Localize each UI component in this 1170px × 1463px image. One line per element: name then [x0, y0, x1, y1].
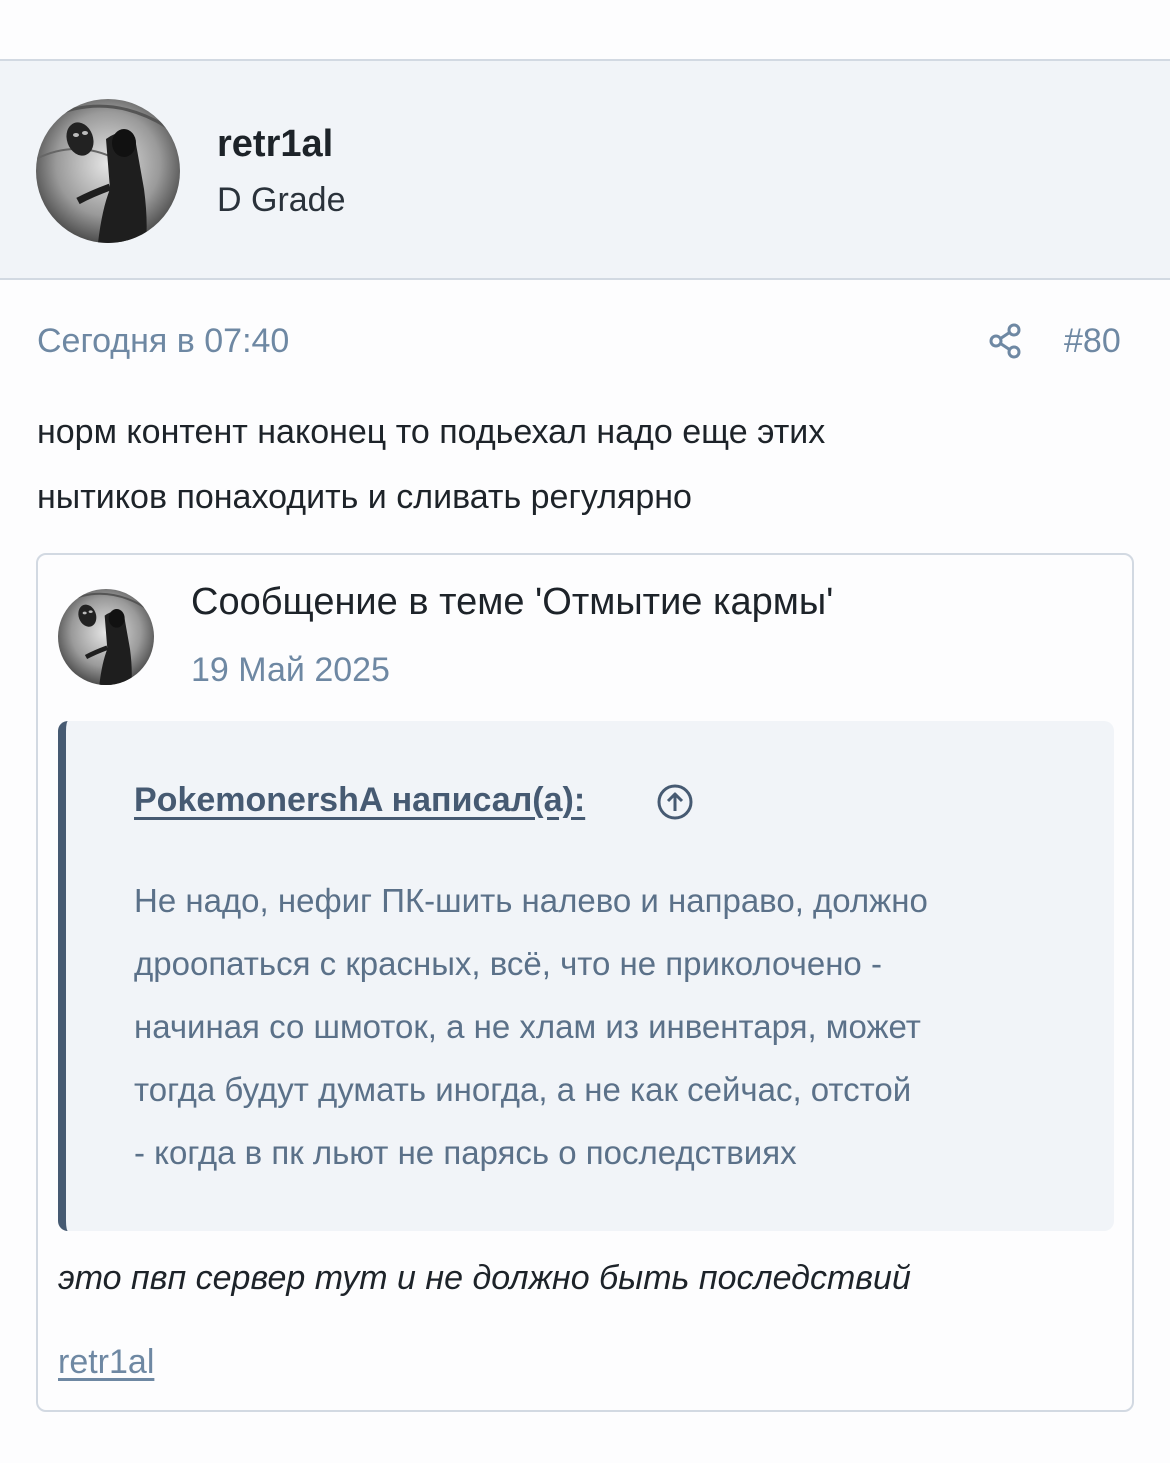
user-header: retr1al D Grade [0, 59, 1170, 280]
quote-line: начиная со шмоток, а не хлам из инвентар… [134, 1008, 921, 1045]
arrow-up-circle-icon[interactable] [656, 783, 694, 821]
post-text-line: нытиков понаходить и сливать регулярно [37, 478, 692, 516]
avatar-image [36, 99, 180, 243]
avatar-image [58, 589, 154, 685]
share-icon[interactable] [985, 320, 1027, 362]
quote-block: PokemonershA написал(а): Не надо, нефиг … [58, 721, 1114, 1231]
quote-line: - когда в пк льют не парясь о последстви… [134, 1134, 797, 1171]
post-body: норм контент наконец то подьехал надо ещ… [37, 400, 1127, 530]
post-text-line: норм контент наконец то подьехал надо ещ… [37, 413, 826, 451]
user-title: D Grade [217, 181, 346, 219]
embed-avatar[interactable] [58, 589, 154, 685]
embedded-message: Сообщение в теме 'Отмытие кармы' 19 Май … [36, 553, 1134, 1412]
embed-reply-text: это пвп сервер тут и не должно быть посл… [58, 1259, 911, 1297]
embed-title[interactable]: Сообщение в теме 'Отмытие кармы' [191, 581, 833, 624]
post-date[interactable]: Сегодня в 07:40 [37, 322, 289, 361]
post-number[interactable]: #80 [1064, 322, 1121, 361]
username[interactable]: retr1al [217, 123, 333, 166]
embed-date: 19 Май 2025 [191, 651, 390, 689]
quote-author-link[interactable]: PokemonershA написал(а): [134, 781, 585, 820]
quote-line: тогда будут думать иногда, а не как сейч… [134, 1071, 912, 1108]
embed-author-link[interactable]: retr1al [58, 1343, 154, 1382]
top-spacer [0, 0, 1170, 59]
quote-line: Не надо, нефиг ПК-шить налево и направо,… [134, 882, 928, 919]
quote-line: дроопаться с красных, всё, что не прикол… [134, 945, 882, 982]
quote-text: Не надо, нефиг ПК-шить налево и направо,… [134, 869, 1074, 1184]
avatar[interactable] [36, 99, 180, 243]
